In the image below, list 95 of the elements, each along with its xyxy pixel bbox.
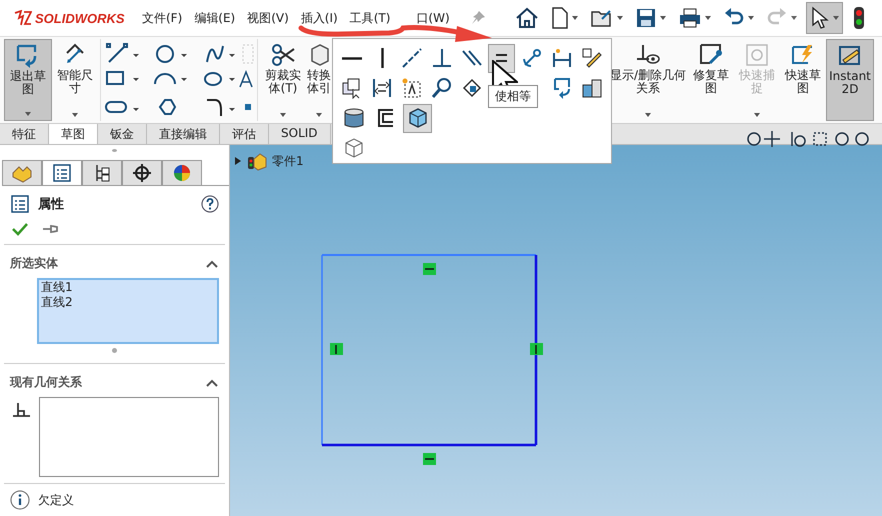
ribbon-tab[interactable]: 钣金	[98, 124, 147, 144]
caret-icon	[572, 16, 578, 20]
ribbon-tab[interactable]: 评估	[220, 124, 269, 144]
panel-tab[interactable]	[162, 160, 202, 185]
menu-item[interactable]: 口(W)	[416, 10, 450, 26]
caret-icon	[645, 113, 651, 117]
caret-icon	[748, 16, 754, 20]
equal-icon	[496, 54, 508, 62]
pencil-icon	[580, 47, 603, 69]
collinear-icon	[401, 47, 424, 69]
panel-tab[interactable]	[42, 160, 82, 185]
home-icon	[515, 7, 539, 29]
anchor-icon	[520, 47, 543, 69]
property-list-icon	[52, 163, 72, 183]
caret-icon	[791, 16, 797, 20]
document-icon	[551, 7, 569, 29]
wrench-icon	[698, 43, 724, 67]
caret-icon	[316, 113, 322, 117]
vertical-line-icon	[380, 48, 384, 68]
caret-icon	[617, 16, 623, 20]
expand-arrow-icon[interactable]	[234, 156, 242, 166]
selection-list[interactable]	[39, 397, 219, 477]
ribbon-button[interactable]: 智能尺寸	[52, 39, 98, 121]
ribbon-button[interactable]: 转换体引	[306, 39, 332, 121]
info-icon	[10, 490, 30, 510]
checkmark-icon[interactable]	[12, 222, 28, 236]
caret-icon	[72, 113, 78, 117]
perpendicular-icon	[431, 47, 454, 69]
cube-icon	[406, 107, 428, 129]
menu-item[interactable]: 工具(T)	[350, 10, 390, 26]
nodes-icon	[461, 77, 483, 99]
panel-tab[interactable]	[122, 160, 162, 185]
section-title: 现有几何关系	[10, 374, 82, 391]
cube-outline-icon	[342, 137, 364, 159]
printer-icon	[678, 7, 702, 29]
ribbon-tab[interactable]: 草图	[49, 124, 98, 144]
part-icon	[246, 151, 268, 171]
swap-arrows-icon	[371, 77, 394, 99]
cylinder-icon	[342, 107, 364, 129]
caret-icon	[705, 16, 711, 20]
logo-mark-icon	[14, 10, 32, 26]
caret-icon	[280, 113, 286, 117]
menu-item[interactable]: 视图(V)	[247, 10, 289, 26]
tree-item[interactable]: 零件1	[272, 152, 304, 170]
ribbon-tab[interactable]: 直接编辑	[147, 124, 220, 144]
ribbon-button[interactable]: 快速草图	[780, 39, 826, 121]
traffic-light-icon	[852, 6, 866, 30]
ribbon-button[interactable]: 退出草图	[4, 39, 52, 121]
menu-item[interactable]: 文件(F)	[142, 10, 182, 26]
collapse-caret-icon[interactable]	[205, 258, 219, 268]
tooltip: 使相等	[488, 85, 538, 108]
blocks-icon	[580, 77, 603, 99]
menu-item[interactable]: 编辑(E)	[194, 10, 236, 26]
ribbon-button[interactable]: Instant2D	[826, 39, 874, 121]
toolbar-button[interactable]	[806, 2, 843, 34]
pin-icon[interactable]	[42, 223, 58, 235]
ribbon-button[interactable]: 修复草图	[688, 39, 734, 121]
scissors-icon	[270, 43, 296, 67]
relation-marker	[530, 343, 543, 355]
selection-list[interactable]: 直线1 直线2	[37, 278, 219, 344]
logo-text: SOLIDWORKS	[35, 10, 125, 26]
search-icon	[431, 77, 454, 99]
resize-handle[interactable]	[112, 149, 117, 152]
relation-button[interactable]	[403, 104, 432, 132]
ruler-sketch-icon	[837, 44, 863, 68]
section-title: 所选实体	[10, 255, 58, 272]
relation-marker	[330, 343, 343, 355]
ribbon-button[interactable]: 显示/删除几何关系	[608, 39, 688, 121]
save-icon	[635, 7, 657, 29]
relation-marker	[423, 263, 436, 275]
resize-handle[interactable]	[112, 348, 117, 353]
horizontal-line-icon	[342, 56, 362, 60]
list-item[interactable]: 直线2	[39, 295, 217, 310]
pointer-icon	[810, 6, 830, 30]
list-item[interactable]: 直线1	[39, 280, 217, 295]
caret-icon	[754, 113, 760, 117]
status-text: 欠定义	[38, 492, 74, 508]
dimension-icon	[550, 47, 573, 69]
help-icon[interactable]	[201, 195, 219, 213]
caret-icon	[25, 112, 31, 116]
relation-marker	[423, 453, 436, 465]
ribbon-tab[interactable]: SOLID	[269, 124, 331, 144]
relation-icon	[12, 401, 32, 419]
color-ball-icon	[172, 163, 192, 183]
caret-icon	[833, 16, 839, 20]
property-list-icon	[10, 194, 30, 214]
collapse-caret-icon[interactable]	[205, 378, 219, 388]
crosshair-icon	[132, 163, 152, 183]
panel-title: 属性	[38, 196, 64, 213]
snap-target-icon	[744, 43, 770, 67]
ribbon-button[interactable]: 剪裁实体(T)	[260, 39, 306, 121]
text-box-icon	[401, 77, 424, 99]
caret-icon	[660, 16, 666, 20]
menu-item[interactable]: 插入(I)	[300, 10, 338, 26]
panel-tab[interactable]	[82, 160, 122, 185]
